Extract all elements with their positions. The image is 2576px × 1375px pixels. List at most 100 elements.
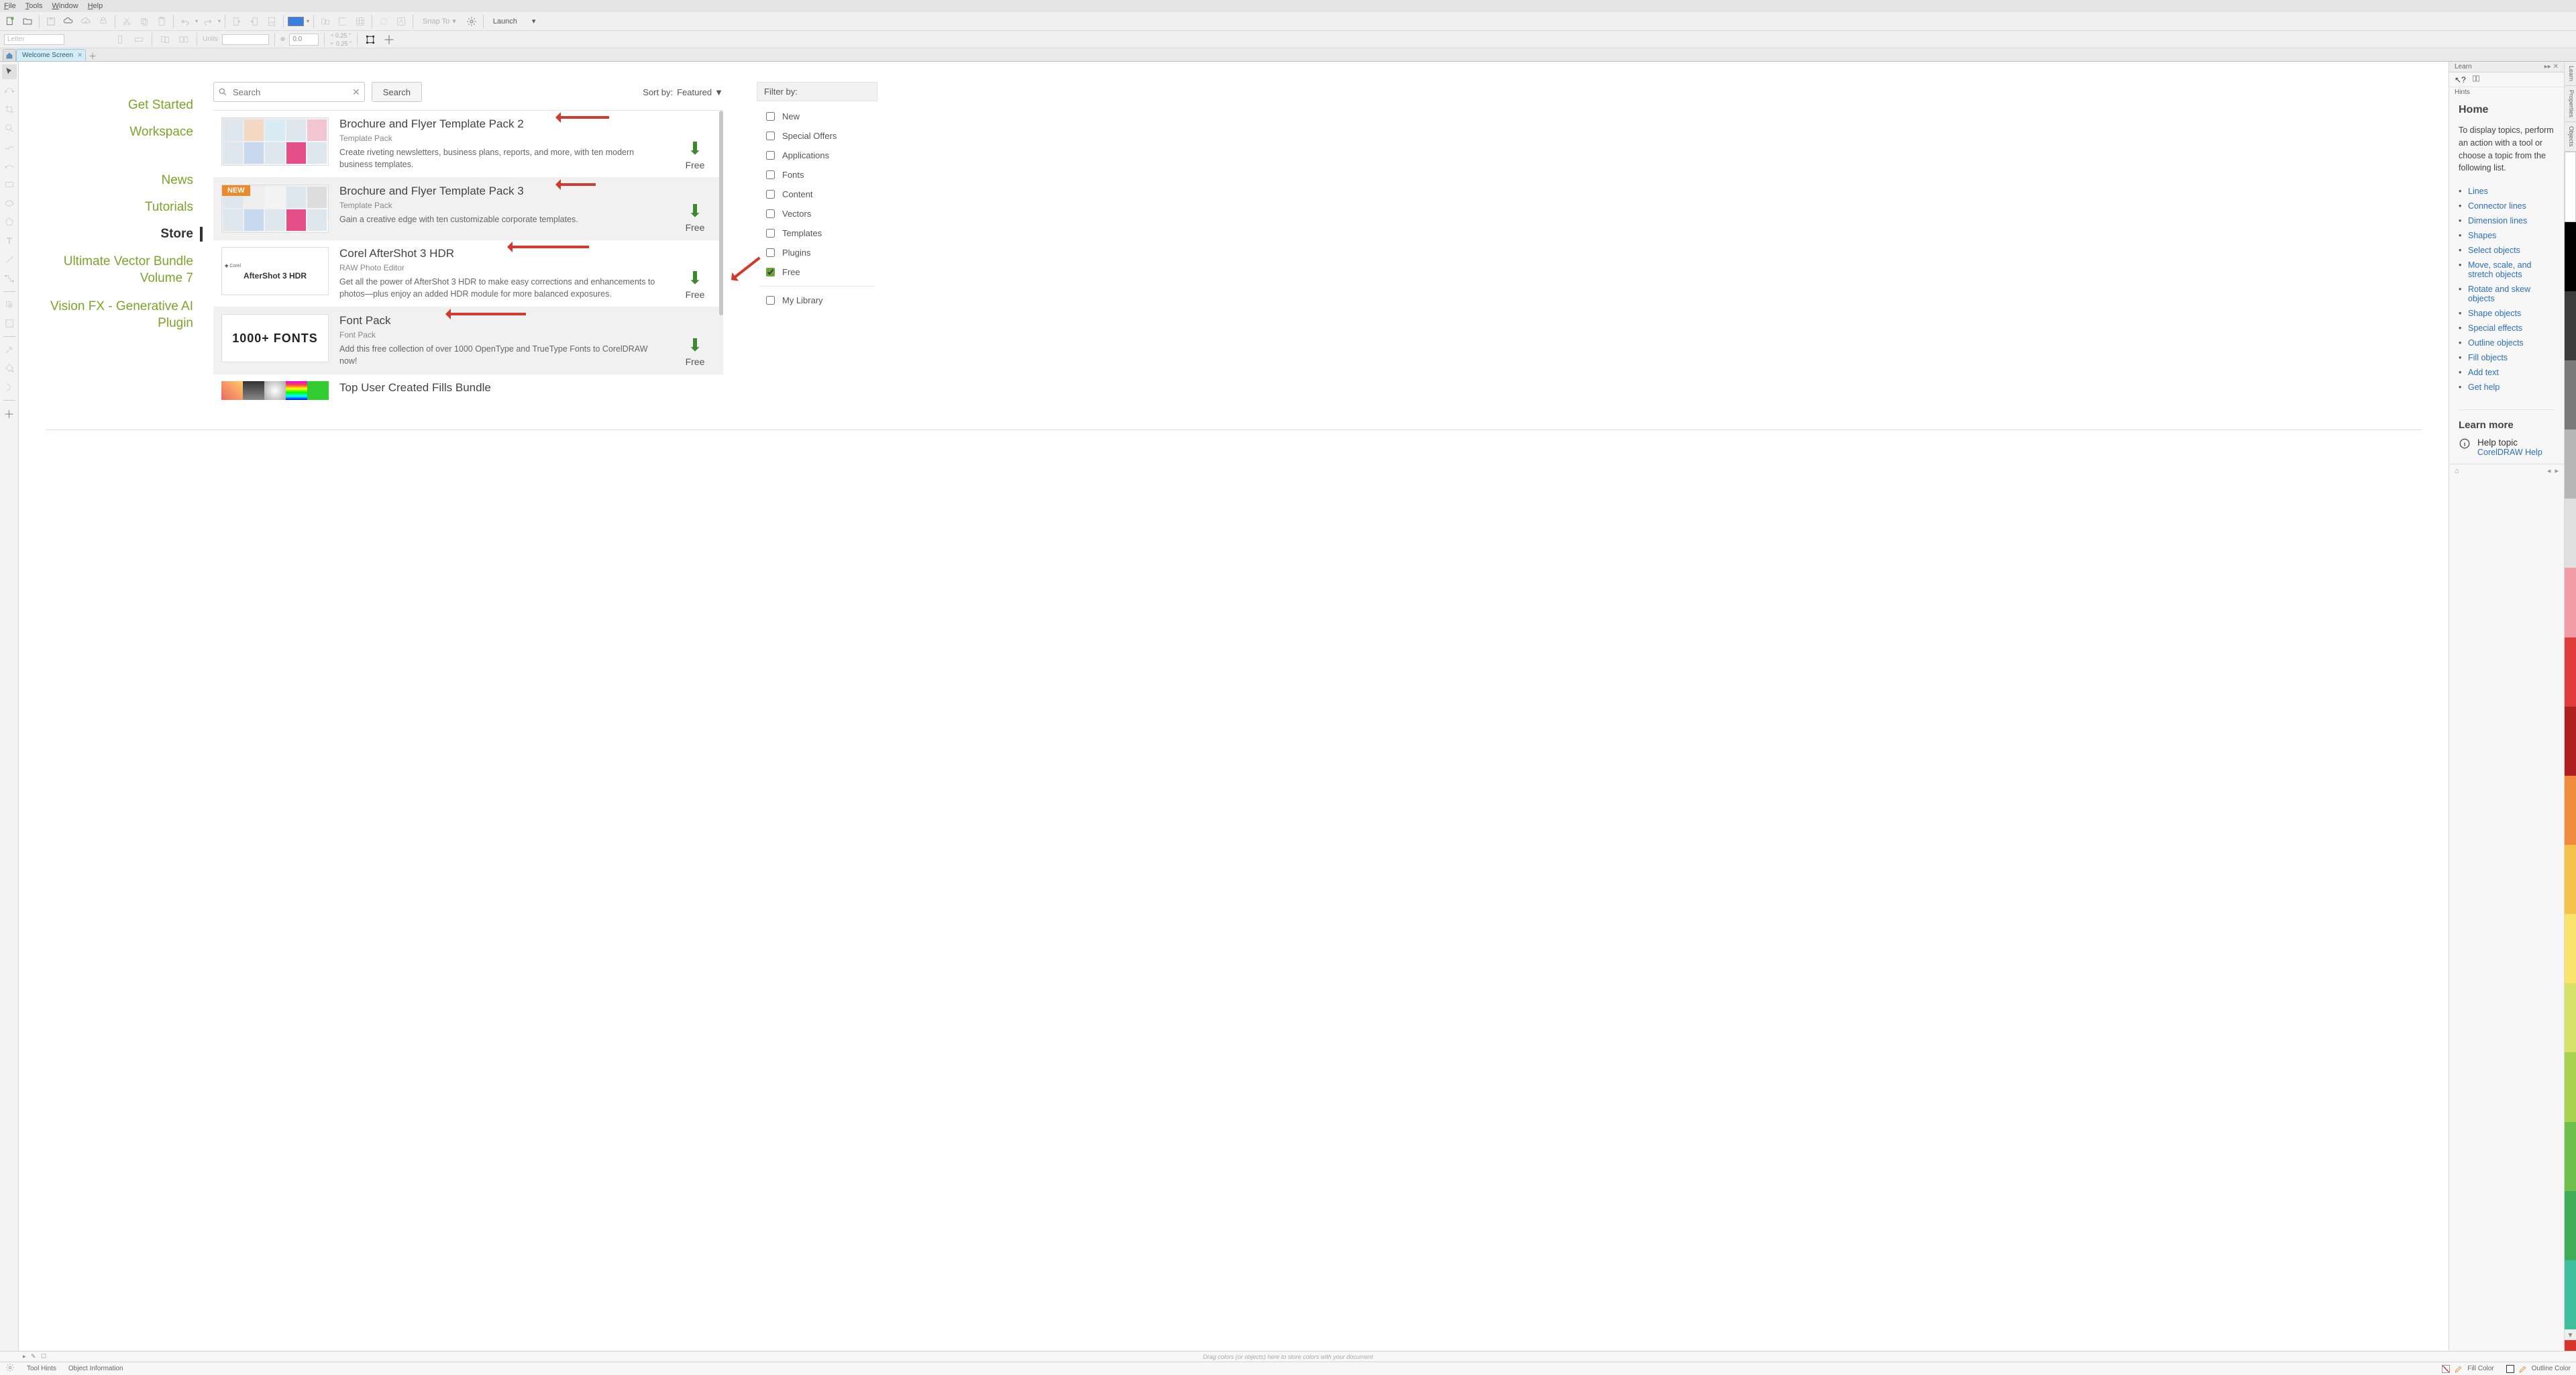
download-arrow-icon[interactable]: ⬇ [688,269,702,287]
filter-my-library[interactable]: My Library [757,291,877,310]
connector-tool-icon [2,271,17,286]
item-type: Font Pack [339,330,664,340]
clear-search-icon[interactable]: ✕ [352,87,360,98]
launch-dropdown[interactable]: Launch▾ [488,17,541,26]
topic-link[interactable]: Connector lines [2459,199,2555,213]
nav-tutorials[interactable]: Tutorials [19,200,193,215]
help-link[interactable]: CorelDRAW Help [2477,448,2542,457]
item-desc: Gain a creative edge with ten customizab… [339,214,664,226]
filter-fonts[interactable]: Fonts [757,165,877,185]
topic-link[interactable]: Shape objects [2459,306,2555,321]
sortby-label: Sort by: [643,87,673,97]
topic-link[interactable]: Move, scale, and stretch objects [2459,258,2555,282]
topic-link[interactable]: Fill objects [2459,350,2555,365]
filter-content[interactable]: Content [757,185,877,204]
topic-link[interactable]: Shapes [2459,228,2555,243]
item-price: Free [686,289,705,300]
download-arrow-icon[interactable]: ⬇ [688,336,702,354]
sortby-dropdown[interactable]: Featured▼ [677,87,723,97]
nav-workspace[interactable]: Workspace [19,125,193,140]
download-arrow-icon[interactable]: ⬇ [688,140,702,157]
portrait-icon [113,32,127,47]
search-input[interactable] [231,87,352,98]
topic-link[interactable]: Lines [2459,184,2555,199]
store-row[interactable]: ◆ CorelAfterShot 3 HDR Corel AfterShot 3… [213,240,723,307]
menu-tools[interactable]: Tools [25,2,43,10]
import-button [229,14,244,29]
filter-applications[interactable]: Applications [757,146,877,165]
status-outline[interactable]: Outline Color [2506,1364,2571,1374]
topic-link[interactable]: Special effects [2459,321,2555,336]
topic-link[interactable]: Rotate and skew objects [2459,282,2555,306]
document-palette[interactable]: ▸ ✎ ☐ Drag colors (or objects) here to s… [0,1351,2576,1362]
filter-header: Filter by: [757,82,877,101]
docker-tab-learn[interactable]: Learn [2565,62,2576,86]
search-box[interactable]: ✕ [213,82,365,102]
close-tab-icon[interactable]: ✕ [77,52,83,59]
topic-link[interactable]: Select objects [2459,243,2555,258]
page-preset-field[interactable]: Letter [4,34,64,45]
color-palette[interactable] [2565,152,2576,1329]
filter-new[interactable]: New [757,107,877,126]
palette-scroll-down-icon[interactable]: ▾ [2565,1329,2576,1340]
tab-welcome[interactable]: Welcome Screen✕ [16,49,86,61]
hints-prev-icon[interactable]: ◂ [2547,467,2551,475]
hint-cursor-icon[interactable]: ↖? [2455,75,2466,85]
store-row[interactable]: NEW Brochure and Flyer Template Pack 3 T… [213,178,723,240]
options-button[interactable] [464,14,479,29]
print-button [96,14,111,29]
menu-file[interactable]: FFileile [4,2,16,10]
add-button[interactable]: ＋ [382,32,396,47]
topic-link[interactable]: Get help [2459,380,2555,395]
add-tool-button[interactable]: ＋ [2,406,17,421]
store-row[interactable]: Brochure and Flyer Template Pack 2 Templ… [213,111,723,178]
topic-link[interactable]: Add text [2459,365,2555,380]
panel-tab-label[interactable]: Learn [2455,63,2472,70]
cloud-button[interactable] [61,14,76,29]
download-arrow-icon[interactable]: ⬇ [688,202,702,219]
fill-color-swatch[interactable] [288,17,304,26]
status-tool-hints[interactable]: Tool Hints [27,1365,56,1372]
menu-help[interactable]: Help [88,2,103,10]
filter-templates[interactable]: Templates [757,223,877,243]
nav-news[interactable]: News [19,173,193,188]
nudge-field[interactable]: 0.0 [289,34,319,46]
store-row[interactable]: 1000+ FONTS Font Pack Font Pack Add this… [213,307,723,374]
filter-plugins[interactable]: Plugins [757,243,877,262]
hint-book-icon[interactable] [2471,74,2481,85]
search-button[interactable]: Search [372,82,422,102]
open-button[interactable] [20,14,35,29]
docker-tab-properties[interactable]: Properties [2565,86,2576,122]
nav-visionfx[interactable]: Vision FX - Generative AI Plugin [19,299,193,332]
status-gear-icon[interactable] [5,1363,15,1374]
store-row[interactable]: Top User Created Fills Bundle [213,374,723,403]
docker-tab-objects[interactable]: Objects [2565,122,2576,152]
filter-special-offers[interactable]: Special Offers [757,126,877,146]
topic-link[interactable]: Dimension lines [2459,213,2555,228]
collapse-icon[interactable]: ▸▸ [2544,63,2551,70]
document-tabs: Welcome Screen✕ ＋ [0,48,2576,62]
nav-bundle[interactable]: Ultimate Vector Bundle Volume 7 [19,254,193,287]
nav-get-started[interactable]: Get Started [19,98,193,113]
palette-end-swatch[interactable] [2565,1340,2576,1351]
close-panel-icon[interactable]: ✕ [2553,63,2559,70]
hints-next-icon[interactable]: ▸ [2555,467,2559,475]
hints-home-icon[interactable]: ⌂ [2455,467,2459,475]
bounding-box-icon[interactable] [363,32,378,47]
help-topic-label: Help topic [2477,438,2542,448]
new-tab-button[interactable]: ＋ [87,50,98,61]
status-fill[interactable]: Fill Color [2442,1364,2493,1374]
nav-store[interactable]: Store [19,227,203,242]
scrollbar[interactable] [719,111,723,315]
filter-vectors[interactable]: Vectors [757,204,877,223]
new-document-button[interactable] [3,14,17,29]
tool-palette: ＋ [0,62,19,1351]
filter-free[interactable]: Free [757,262,877,282]
pick-tool-icon[interactable] [2,64,17,79]
home-tab[interactable] [3,49,16,61]
status-object-info[interactable]: Object Information [68,1365,123,1372]
align-button [318,14,333,29]
menu-window[interactable]: Window [52,2,78,10]
menubar[interactable]: FFileile Tools Window Help [0,0,2576,12]
topic-link[interactable]: Outline objects [2459,336,2555,350]
